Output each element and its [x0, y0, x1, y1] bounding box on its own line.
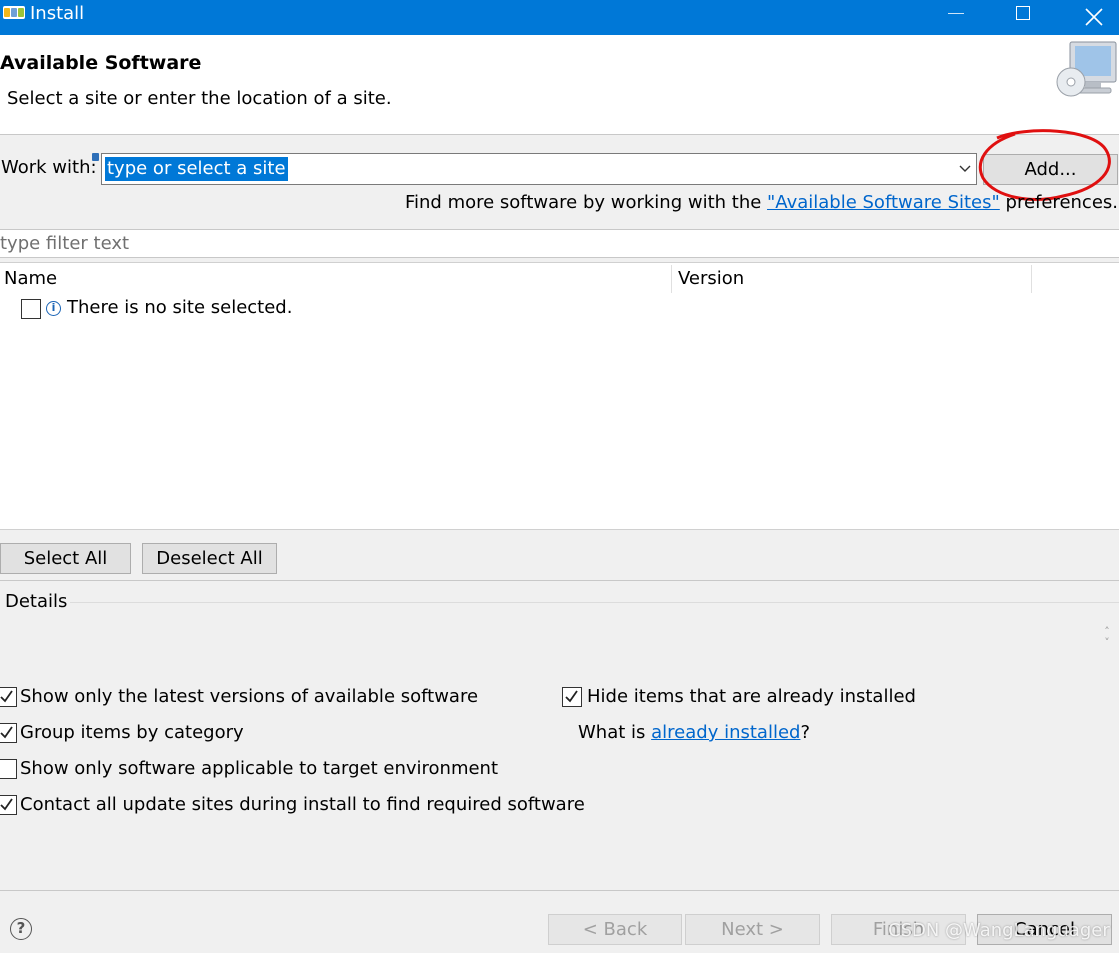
- already-installed-link[interactable]: already installed: [651, 722, 800, 743]
- page-title: Available Software: [0, 52, 202, 74]
- contact-sites-label[interactable]: Contact all update sites during install …: [20, 794, 585, 815]
- close-button[interactable]: [1069, 0, 1119, 35]
- column-header-version[interactable]: Version: [678, 268, 744, 289]
- latest-versions-checkbox[interactable]: [0, 687, 17, 707]
- minimize-button[interactable]: [930, 0, 980, 35]
- back-button[interactable]: < Back: [548, 914, 682, 945]
- minimize-icon: [948, 13, 964, 14]
- checkmark-icon: [0, 690, 13, 703]
- contact-sites-checkbox[interactable]: [0, 795, 17, 815]
- find-more-text: Find more software by working with the "…: [405, 192, 1118, 213]
- details-scroll-icon[interactable]: ˄ ˅: [1101, 626, 1113, 650]
- nxp-logo-icon: [3, 6, 25, 19]
- work-with-label: Work with:: [1, 157, 97, 178]
- target-environment-label[interactable]: Show only software applicable to target …: [20, 758, 498, 779]
- info-icon: i: [46, 301, 61, 316]
- filter-input[interactable]: type filter text: [0, 229, 1119, 258]
- tree-row-label: There is no site selected.: [67, 297, 293, 318]
- latest-versions-label[interactable]: Show only the latest versions of availab…: [20, 686, 478, 707]
- window-title: Install: [30, 3, 85, 24]
- divider: [0, 580, 1119, 581]
- maximize-button[interactable]: [999, 0, 1049, 35]
- close-icon: [1085, 8, 1103, 26]
- find-more-prefix: Find more software by working with the: [404, 192, 768, 213]
- content-assist-icon: [92, 153, 99, 161]
- work-with-input-text[interactable]: type or select a site: [105, 157, 288, 181]
- available-software-sites-link[interactable]: "Available Software Sites": [767, 192, 1000, 213]
- wizard-banner: Available Software Select a site or ente…: [0, 35, 1119, 135]
- software-tree[interactable]: Name Version i There is no site selected…: [0, 262, 1119, 530]
- hide-installed-label[interactable]: Hide items that are already installed: [587, 686, 916, 707]
- filter-placeholder: type filter text: [0, 233, 130, 254]
- what-is-prefix: What is: [578, 722, 652, 743]
- add-site-button[interactable]: Add...: [983, 154, 1118, 185]
- group-by-category-label[interactable]: Group items by category: [20, 722, 244, 743]
- tree-row-checkbox[interactable]: [21, 299, 41, 319]
- watermark-text: CSDN @WangLanguager: [888, 920, 1110, 941]
- details-label: Details: [5, 591, 68, 612]
- title-bar: Install: [0, 0, 1119, 35]
- what-is-installed-text: What is already installed?: [578, 722, 810, 743]
- help-icon[interactable]: ?: [10, 918, 32, 940]
- find-more-suffix: preferences.: [999, 192, 1118, 213]
- details-divider: [70, 602, 1119, 603]
- checkmark-icon: [0, 798, 13, 811]
- chevron-down-icon[interactable]: [956, 160, 974, 178]
- target-environment-checkbox[interactable]: [0, 759, 17, 779]
- page-subtitle: Select a site or enter the location of a…: [7, 88, 392, 109]
- column-divider[interactable]: [671, 265, 672, 293]
- deselect-all-button[interactable]: Deselect All: [142, 543, 277, 574]
- checkmark-icon: [565, 690, 578, 703]
- next-button[interactable]: Next >: [685, 914, 820, 945]
- what-is-suffix: ?: [800, 722, 811, 743]
- checkmark-icon: [0, 726, 13, 739]
- group-by-category-checkbox[interactable]: [0, 723, 17, 743]
- install-software-icon: [1056, 41, 1117, 97]
- select-all-button[interactable]: Select All: [0, 543, 131, 574]
- divider: [0, 890, 1119, 891]
- maximize-icon: [1016, 6, 1030, 20]
- column-divider[interactable]: [1031, 265, 1032, 293]
- column-header-name[interactable]: Name: [4, 268, 57, 289]
- work-with-combo[interactable]: type or select a site: [101, 153, 977, 185]
- hide-installed-checkbox[interactable]: [562, 687, 582, 707]
